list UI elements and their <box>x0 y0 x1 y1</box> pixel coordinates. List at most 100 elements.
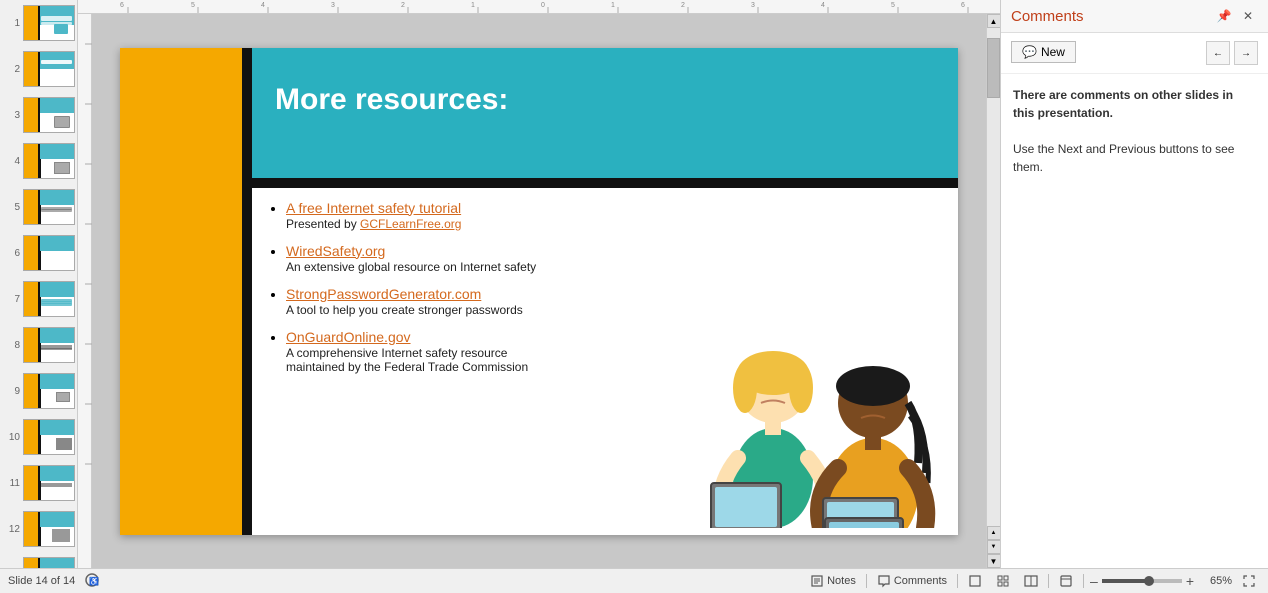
new-comment-button[interactable]: 💬 New <box>1011 41 1076 63</box>
slide-thumb-5[interactable]: 5 <box>0 184 77 230</box>
slide-thumb-10[interactable]: 10 <box>0 414 77 460</box>
comment-prev-button[interactable]: ← <box>1206 41 1230 65</box>
slide-thumb-3[interactable]: 3 <box>0 92 77 138</box>
slide-thumb-7[interactable]: 7 <box>0 276 77 322</box>
slide-thumb-6[interactable]: 6 <box>0 230 77 276</box>
svg-text:3: 3 <box>751 2 755 9</box>
new-comment-label: New <box>1041 45 1065 59</box>
resource-item-2: WiredSafety.org An extensive global reso… <box>286 243 678 274</box>
comments-pin-icon[interactable]: 📌 <box>1214 6 1234 26</box>
black-horizontal-bar <box>252 178 958 188</box>
slide-thumb-12[interactable]: 12 <box>0 506 77 552</box>
status-divider-3 <box>1048 574 1049 588</box>
status-divider-1 <box>866 574 867 588</box>
resource-list: A free Internet safety tutorial Presente… <box>268 200 678 374</box>
slide-num-12: 12 <box>6 524 20 535</box>
svg-text:1: 1 <box>611 2 615 9</box>
comment-icon: 💬 <box>1022 45 1037 59</box>
slide-num-2: 2 <box>6 64 20 75</box>
slide-num-1: 1 <box>6 18 20 29</box>
comments-close-icon[interactable]: ✕ <box>1238 6 1258 26</box>
slide-img-10 <box>23 419 75 455</box>
zoom-percent: 65% <box>1200 575 1232 587</box>
slide-img-12 <box>23 511 75 547</box>
slide-thumb-4[interactable]: 4 <box>0 138 77 184</box>
slide-num-9: 9 <box>6 386 20 397</box>
slide-img-3 <box>23 97 75 133</box>
slide-num-10: 10 <box>6 432 20 443</box>
status-bar: Slide 14 of 14 ♿ Notes Comments <box>0 568 1268 593</box>
slide-info: Slide 14 of 14 <box>8 575 75 587</box>
notes-label: Notes <box>827 575 856 587</box>
svg-text:5: 5 <box>191 2 195 9</box>
slide-img-5 <box>23 189 75 225</box>
resource-desc-2: An extensive global resource on Internet… <box>286 260 678 274</box>
slide-thumb-8[interactable]: 8 <box>0 322 77 368</box>
zoom-plus-button[interactable]: + <box>1186 573 1194 589</box>
resource-desc-4: A comprehensive Internet safety resource… <box>286 346 678 374</box>
notes-button[interactable]: Notes <box>806 573 860 589</box>
scroll-thumb[interactable] <box>987 38 1000 98</box>
comments-toggle-button[interactable]: Comments <box>873 573 951 589</box>
slide-thumb-1[interactable]: 1 <box>0 0 77 46</box>
resource-item-4: OnGuardOnline.gov A comprehensive Intern… <box>286 329 678 374</box>
zoom-track[interactable] <box>1102 579 1182 583</box>
slide-body: A free Internet safety tutorial Presente… <box>268 200 678 525</box>
status-left: Slide 14 of 14 ♿ <box>8 573 99 590</box>
fit-slide-button[interactable] <box>1238 573 1260 589</box>
ruler-vertical <box>78 14 92 568</box>
slide-thumb-9[interactable]: 9 <box>0 368 77 414</box>
resource-link-1[interactable]: A free Internet safety tutorial <box>286 200 678 216</box>
slide-img-11 <box>23 465 75 501</box>
scroll-up-button[interactable]: ▲ <box>987 14 1001 28</box>
resource-link-4[interactable]: OnGuardOnline.gov <box>286 329 678 345</box>
status-right: Notes Comments – <box>806 573 1260 589</box>
slide-thumb-11[interactable]: 11 <box>0 460 77 506</box>
slide-canvas: More resources: A free Internet safety t… <box>120 48 958 535</box>
scroll-step-down-button[interactable]: ▼ <box>987 540 1001 554</box>
svg-text:2: 2 <box>401 2 405 9</box>
zoom-slider[interactable]: – + <box>1090 573 1194 589</box>
zoom-knob[interactable] <box>1144 576 1154 586</box>
slide-img-9 <box>23 373 75 409</box>
comments-body-text: Use the Next and Previous buttons to see… <box>1013 140 1256 176</box>
resource-item-3: StrongPasswordGenerator.com A tool to he… <box>286 286 678 317</box>
scroll-track[interactable] <box>987 28 1000 526</box>
comments-header-actions: 📌 ✕ <box>1214 6 1258 26</box>
view-reading-button[interactable] <box>1020 573 1042 589</box>
scroll-step-up-button[interactable]: ▲ <box>987 526 1001 540</box>
zoom-minus-button[interactable]: – <box>1090 573 1098 589</box>
svg-text:5: 5 <box>891 2 895 9</box>
comment-next-button[interactable]: → <box>1234 41 1258 65</box>
comments-panel: Comments 📌 ✕ 💬 New ← → There are comment… <box>1000 0 1268 568</box>
comments-body-bold: There are comments on other slides in th… <box>1013 88 1233 120</box>
resource-desc-3: A tool to help you create stronger passw… <box>286 303 678 317</box>
vertical-scrollbar[interactable]: ▲ ▲ ▼ ▼ <box>986 14 1000 568</box>
resource-link-2[interactable]: WiredSafety.org <box>286 243 678 259</box>
resource-desc-1: Presented by GCFLearnFree.org <box>286 217 678 231</box>
comments-toolbar: 💬 New ← → <box>1001 33 1268 74</box>
view-normal-icon <box>968 574 982 588</box>
black-vertical-bar <box>242 48 252 535</box>
resource-desc-link-1[interactable]: GCFLearnFree.org <box>360 217 461 231</box>
slide-thumb-2[interactable]: 2 <box>0 46 77 92</box>
svg-text:4: 4 <box>821 2 825 9</box>
scroll-down-button[interactable]: ▼ <box>987 554 1001 568</box>
slide-img-8 <box>23 327 75 363</box>
svg-text:0: 0 <box>541 2 545 9</box>
ruler-horizontal: 6 5 4 3 2 1 0 1 <box>78 0 1000 14</box>
slide-panel: 1 2 <box>0 0 78 568</box>
view-normal-button[interactable] <box>964 573 986 589</box>
slide-num-11: 11 <box>6 478 20 489</box>
view-grid-button[interactable] <box>992 573 1014 589</box>
resource-link-3[interactable]: StrongPasswordGenerator.com <box>286 286 678 302</box>
notes-icon <box>810 574 824 588</box>
slide-img-4 <box>23 143 75 179</box>
slide-num-5: 5 <box>6 202 20 213</box>
slide-num-7: 7 <box>6 294 20 305</box>
illustration-svg <box>673 188 953 528</box>
view-reading-icon <box>1024 574 1038 588</box>
slide-thumb-13[interactable]: 13 <box>0 552 77 568</box>
settings-button[interactable] <box>1055 573 1077 589</box>
status-divider-4 <box>1083 574 1084 588</box>
